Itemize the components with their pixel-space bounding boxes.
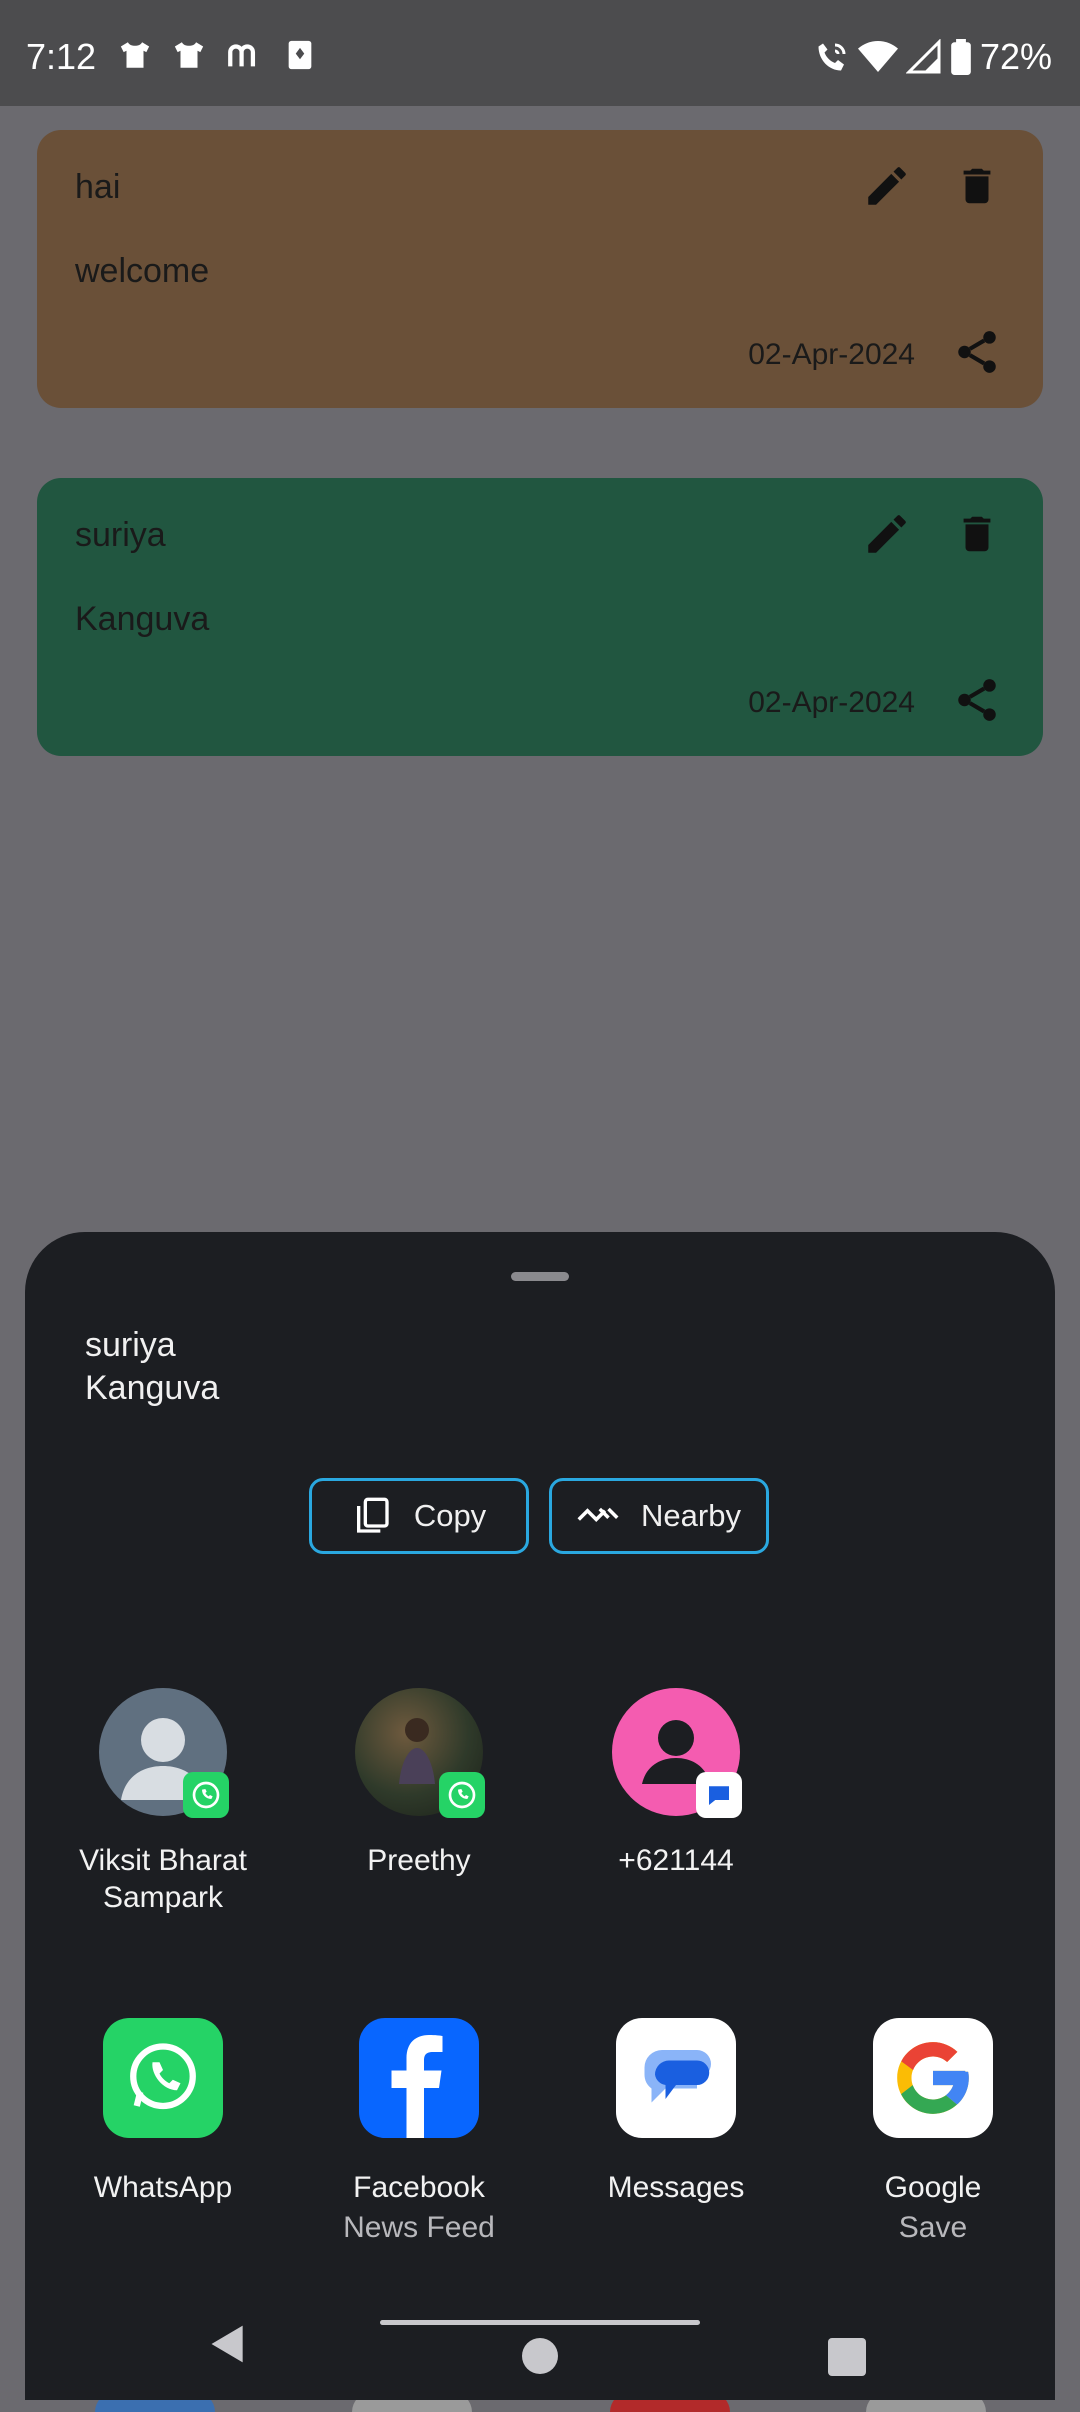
drag-handle[interactable] <box>511 1272 569 1281</box>
whatsapp-badge-icon <box>439 1772 485 1818</box>
app-name: Google <box>884 2171 982 2204</box>
messages-badge-icon <box>696 1772 742 1818</box>
avatar <box>99 1688 229 1818</box>
status-bar: 7:12 72% <box>0 0 1080 106</box>
status-time: 7:12 <box>26 36 97 77</box>
whatsapp-badge-icon <box>183 1772 229 1818</box>
recents-icon[interactable] <box>828 2338 866 2376</box>
signal-icon <box>905 39 941 74</box>
facebook-icon <box>359 2018 479 2138</box>
app-subtitle: Save <box>898 2211 968 2244</box>
nearby-button[interactable]: Nearby <box>549 1478 769 1554</box>
share-preview-text: suriya Kanguva <box>85 1324 219 1410</box>
wifi-icon <box>857 41 898 72</box>
note-card[interactable]: hai welcome 02-Apr-2024 <box>37 130 1043 408</box>
avatar <box>355 1688 485 1818</box>
copy-label: Copy <box>413 1498 487 1533</box>
share-preview-line: Kanguva <box>85 1369 220 1407</box>
home-icon[interactable] <box>522 2338 558 2374</box>
battery-icon <box>951 39 971 75</box>
app-target-facebook[interactable]: Facebook News Feed <box>309 2018 529 2248</box>
note-title: suriya <box>75 516 166 554</box>
copy-button[interactable]: Copy <box>309 1478 529 1554</box>
target-name: +621144 <box>566 1842 786 1879</box>
gesture-pill[interactable] <box>380 2320 700 2325</box>
avatar <box>612 1688 742 1818</box>
direct-share-target[interactable]: +621144 <box>566 1688 786 1879</box>
google-icon <box>873 2018 993 2138</box>
battery-percent: 72% <box>979 36 1052 77</box>
app-name: Facebook <box>353 2171 485 2204</box>
nearby-label: Nearby <box>641 1498 741 1533</box>
app-name: Messages <box>607 2171 745 2204</box>
note-title: hai <box>75 168 121 206</box>
note-body: Kanguva <box>75 600 210 638</box>
back-icon[interactable] <box>206 2322 250 2366</box>
card-game-icon <box>288 40 312 70</box>
shirt-icon <box>174 42 204 68</box>
nearby-share-icon <box>577 1507 619 1522</box>
note-date: 02-Apr-2024 <box>748 338 915 371</box>
target-name-line: Sampark <box>102 1881 224 1914</box>
edit-icon[interactable] <box>859 506 915 562</box>
app-target-messages[interactable]: Messages <box>566 2018 786 2208</box>
direct-share-target[interactable]: Viksit Bharat Sampark <box>53 1688 273 1916</box>
note-body: welcome <box>75 252 210 290</box>
m-app-icon <box>228 44 256 67</box>
share-icon[interactable] <box>949 672 1005 728</box>
wifi-calling-icon <box>818 43 846 71</box>
share-sheet: suriya Kanguva Copy Nearby Viksit Bharat… <box>25 1232 1055 2400</box>
app-name: WhatsApp <box>93 2171 233 2204</box>
messages-icon <box>616 2018 736 2138</box>
share-icon[interactable] <box>949 324 1005 380</box>
share-preview-line: suriya <box>85 1326 176 1364</box>
delete-icon[interactable] <box>949 158 1005 214</box>
shirt-icon <box>120 42 150 68</box>
target-name-line: Viksit Bharat <box>79 1844 247 1877</box>
copy-icon <box>356 1497 389 1533</box>
target-name-line: Preethy <box>367 1844 471 1877</box>
direct-share-target[interactable]: Preethy <box>309 1688 529 1879</box>
note-card[interactable]: suriya Kanguva 02-Apr-2024 <box>37 478 1043 756</box>
navigation-bar <box>0 2280 1080 2400</box>
note-date: 02-Apr-2024 <box>748 686 915 719</box>
app-target-google[interactable]: Google Save <box>823 2018 1043 2248</box>
edit-icon[interactable] <box>859 158 915 214</box>
target-name-line: +621144 <box>618 1844 734 1877</box>
target-name: Viksit Bharat Sampark <box>53 1842 273 1916</box>
target-name: Preethy <box>309 1842 529 1879</box>
delete-icon[interactable] <box>949 506 1005 562</box>
status-right: 72% <box>814 36 1052 78</box>
notes-list: hai welcome 02-Apr-2024 suriya Kanguva 0… <box>0 106 1080 1232</box>
app-target-whatsapp[interactable]: WhatsApp <box>53 2018 273 2208</box>
whatsapp-icon <box>103 2018 223 2138</box>
app-subtitle: News Feed <box>343 2211 495 2244</box>
